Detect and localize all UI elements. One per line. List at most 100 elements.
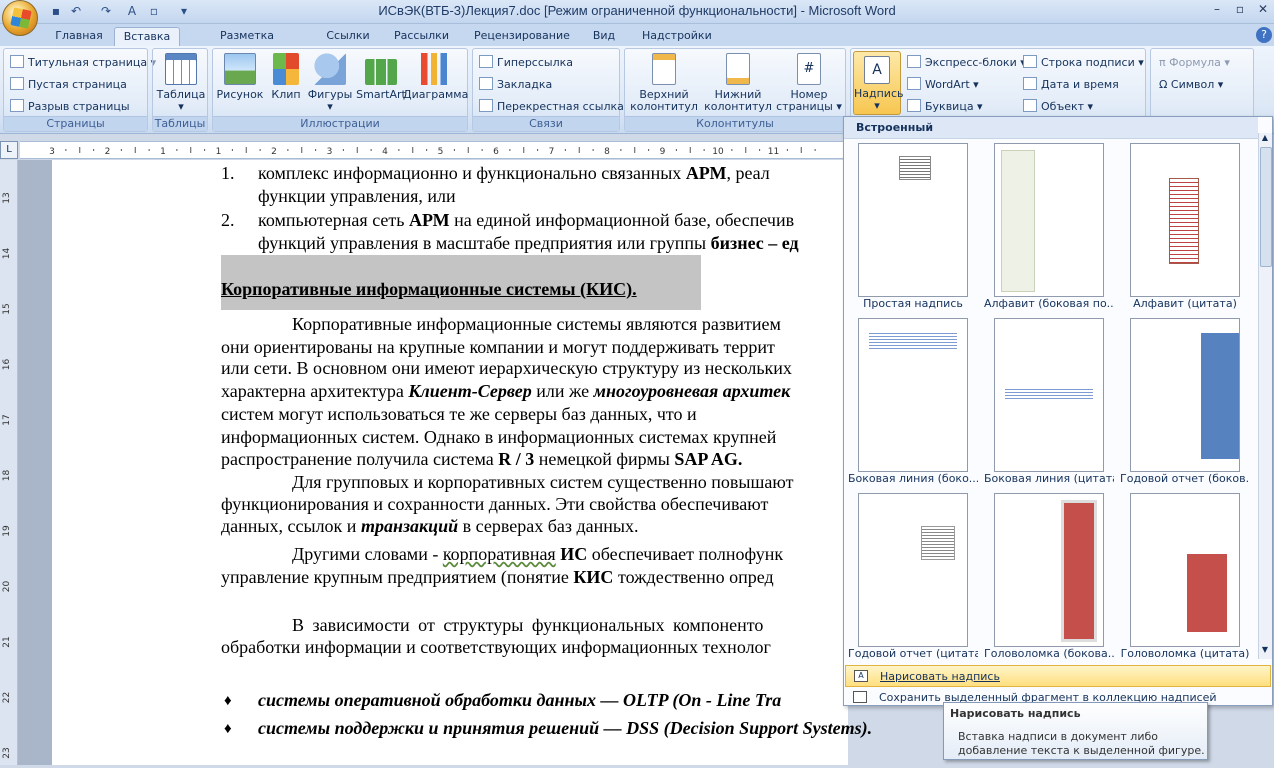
signature-line-button[interactable]: Строка подписи ▾ — [1023, 54, 1144, 72]
gallery-item-sideline-quote[interactable] — [994, 318, 1104, 472]
gallery-item-alphabet-sidebar[interactable] — [994, 143, 1104, 297]
redo-icon[interactable]: ↷ — [98, 3, 114, 19]
thumb-preview — [921, 526, 955, 560]
gallery-item-annual-quote[interactable] — [858, 493, 968, 647]
shapes-button[interactable]: Фигуры ▾ — [305, 53, 355, 113]
picture-button[interactable]: Рисунок — [216, 53, 264, 101]
scroll-down-icon[interactable]: ▼ — [1259, 645, 1271, 657]
paragraph-1-line4: характерна архитектура Клиент-Сервер или… — [221, 381, 791, 401]
hyperlink-button[interactable]: Гиперссылка — [479, 54, 573, 72]
vruler-label: 13 — [2, 192, 12, 203]
blank-page-button[interactable]: Пустая страница — [10, 76, 127, 94]
gallery-item-sideline-sidebar[interactable] — [858, 318, 968, 472]
paragraph-1-line6: информационных систем. Однако в информац… — [221, 427, 777, 447]
gallery-scrollbar[interactable]: ▲ ▼ — [1258, 133, 1272, 659]
help-icon[interactable]: ? — [1256, 27, 1272, 43]
gallery-item-puzzle-quote[interactable] — [1130, 493, 1240, 647]
ruler-label: 1 — [216, 147, 222, 157]
ruler-label: 8 — [604, 147, 610, 157]
save-icon[interactable]: ▪ — [48, 3, 64, 19]
bullet-2-icon: ♦ — [224, 721, 232, 737]
gallery-label-1: Простая надпись — [863, 297, 963, 310]
page-number-button[interactable]: # Номер страницы ▾ — [775, 53, 843, 113]
ruler-label: 4 — [382, 147, 388, 157]
table-button[interactable]: Таблица ▾ — [156, 53, 206, 113]
quick-parts-button[interactable]: Экспресс-блоки ▾ — [907, 54, 1026, 72]
tooltip-body-line2: добавление текста к выделенной фигуре. — [958, 744, 1205, 757]
symbol-button[interactable]: Ω Символ ▾ — [1159, 76, 1223, 94]
shapes-icon — [314, 53, 346, 85]
draw-textbox-icon: A — [854, 670, 868, 682]
page-break-icon — [10, 99, 24, 112]
gallery-item-annual-sidebar[interactable] — [1130, 318, 1240, 472]
vruler-label: 20 — [2, 581, 12, 593]
group-label-links: Связи — [473, 116, 619, 131]
textbox-button[interactable]: A Надпись ▾ — [853, 51, 904, 115]
spelling-icon[interactable]: A — [124, 3, 140, 19]
group-label-pages: Страницы — [4, 116, 147, 131]
paragraph-3-line2: управление крупным предприятием (понятие… — [221, 567, 774, 587]
minimize-icon[interactable]: – — [1206, 2, 1228, 18]
smartart-icon — [365, 59, 397, 85]
ruler-label: 6 — [493, 147, 499, 157]
restore-icon[interactable]: ▫ — [1229, 2, 1251, 18]
clipart-button[interactable]: Клип — [268, 53, 304, 101]
table-icon — [165, 53, 197, 85]
tab-mailings[interactable]: Рассылки — [390, 27, 452, 46]
tab-page-layout[interactable]: Разметка страницы — [190, 27, 304, 59]
tab-home[interactable]: Главная — [48, 27, 110, 46]
thumb-preview — [1061, 500, 1097, 642]
paragraph-3-line1: Другими словами - корпоративная ИС обесп… — [292, 544, 784, 564]
paragraph-4-line2: обработки информации и соответствующих и… — [221, 637, 771, 657]
vertical-ruler[interactable]: 13 14 15 16 17 18 19 20 21 22 23 — [0, 160, 18, 765]
header-button[interactable]: Верхнийколонтитул ▾ — [627, 53, 701, 125]
bullet-item-1: системы оперативной обработки данных — O… — [258, 690, 782, 710]
qat-dropdown-icon[interactable]: ▾ — [176, 3, 192, 19]
undo-icon[interactable]: ↶ — [68, 3, 84, 19]
dropcap-button[interactable]: Буквица ▾ — [907, 98, 983, 116]
thumb-preview — [1169, 178, 1199, 264]
gallery-label-3: Алфавит (цитата) — [1133, 297, 1237, 310]
group-links: Гиперссылка Закладка Перекрестная ссылка… — [472, 48, 624, 132]
tab-references[interactable]: Ссылки — [322, 27, 374, 46]
thumb-preview — [869, 331, 957, 351]
gallery-label-8: Головоломка (бокова... — [984, 647, 1114, 660]
ruler-label: 2 — [271, 147, 277, 157]
gallery-item-simple[interactable] — [858, 143, 968, 297]
tab-insert[interactable]: Вставка — [114, 27, 180, 46]
footer-button[interactable]: Нижнийколонтитул ▾ — [701, 53, 775, 125]
tooltip-title: Нарисовать надпись — [950, 707, 1081, 720]
group-header-footer: Верхнийколонтитул ▾ Нижнийколонтитул ▾ #… — [624, 48, 846, 132]
page-break-button[interactable]: Разрыв страницы — [10, 98, 130, 116]
ribbon-tabs: Главная Вставка Разметка страницы Ссылки… — [0, 24, 1274, 59]
gallery-label-5: Боковая линия (цитата) — [984, 472, 1114, 485]
ruler-label: 10 — [712, 147, 724, 157]
equation-button[interactable]: π Формула ▾ — [1159, 54, 1230, 72]
group-label-illustrations: Иллюстрации — [213, 116, 467, 131]
chart-button[interactable]: Диаграмма — [403, 53, 468, 101]
wordart-button[interactable]: WordArt ▾ — [907, 76, 979, 94]
object-button[interactable]: Объект ▾ — [1023, 98, 1093, 116]
scroll-up-icon[interactable]: ▲ — [1259, 133, 1271, 145]
horizontal-ruler[interactable]: 3 2 1 1 2 3 4 5 6 7 8 9 10 11 — [20, 141, 850, 159]
date-time-button[interactable]: Дата и время — [1023, 76, 1119, 94]
list-number-2: 2. — [221, 210, 235, 230]
tab-addins[interactable]: Надстройки — [638, 27, 712, 46]
tab-review[interactable]: Рецензирование — [470, 27, 570, 46]
cover-page-button[interactable]: Титульная страница ▾ — [10, 54, 156, 72]
date-time-icon — [1023, 77, 1037, 90]
close-icon[interactable]: ✕ — [1252, 2, 1274, 18]
office-button[interactable] — [2, 0, 38, 36]
scrollbar-thumb[interactable] — [1260, 147, 1272, 267]
tab-selector[interactable]: L — [0, 141, 18, 159]
draw-textbox-menu-item[interactable]: A Нарисовать надпись — [845, 665, 1271, 687]
new-doc-icon[interactable]: ▫ — [146, 3, 162, 19]
smartart-button[interactable]: SmartArt — [353, 53, 409, 101]
textbox-gallery: Встроенный Простая надпись Алфавит (боко… — [843, 116, 1273, 706]
gallery-item-alphabet-quote[interactable] — [1130, 143, 1240, 297]
tab-view[interactable]: Вид — [588, 27, 620, 46]
gallery-item-puzzle-sidebar[interactable] — [994, 493, 1104, 647]
cross-reference-button[interactable]: Перекрестная ссылка — [479, 98, 624, 116]
bookmark-button[interactable]: Закладка — [479, 76, 552, 94]
gallery-label-7: Годовой отчет (цитата) — [848, 647, 978, 660]
